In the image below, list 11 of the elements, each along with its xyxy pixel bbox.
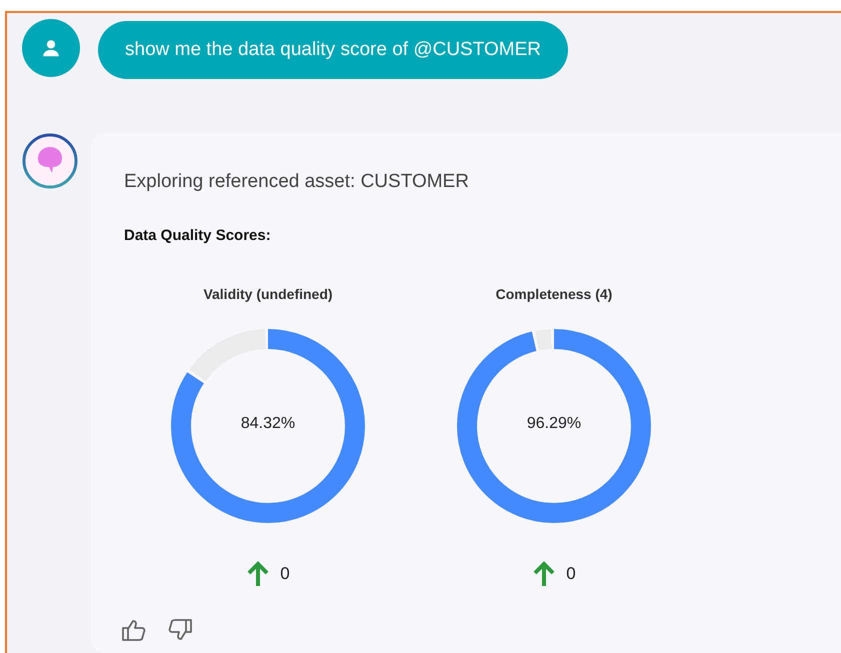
change-value: 0: [280, 564, 290, 584]
change-value: 0: [566, 564, 576, 584]
gauge-label: Completeness (4): [496, 286, 612, 302]
response-text: Exploring referenced asset: CUSTOMER: [124, 171, 470, 193]
score-value: 96.29%: [526, 415, 582, 434]
arrow-up-icon: [246, 560, 270, 588]
score-value: 84.32%: [240, 415, 296, 434]
gauge-label: Validity (undefined): [203, 286, 333, 302]
user-message: show me the data quality score of @CUSTOMER: [98, 21, 568, 79]
section-heading: Data Quality Scores:: [124, 227, 272, 244]
arrow-up-icon: [532, 560, 556, 588]
